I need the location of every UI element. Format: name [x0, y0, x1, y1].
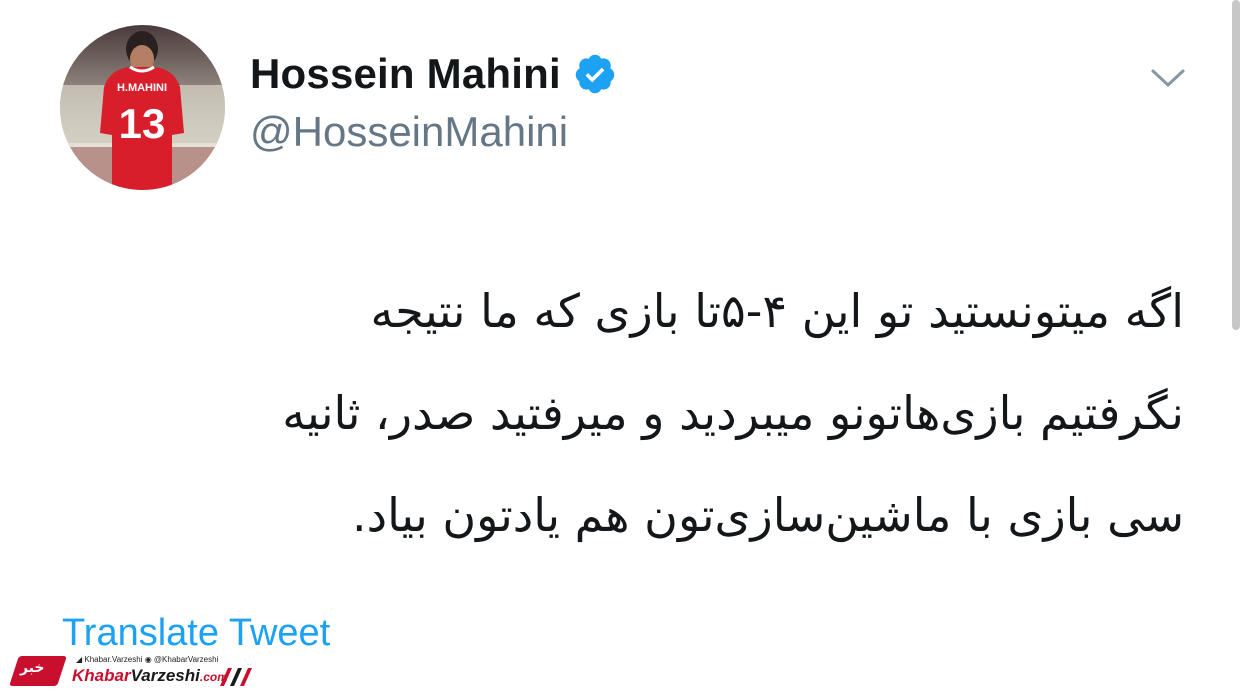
jersey-name: H.MAHINI [117, 82, 167, 94]
profile-photo: H.MAHINI 13 [60, 25, 225, 190]
watermark-social: ◢ Khabar.Varzeshi ◉ @KhabarVarzeshi [76, 655, 219, 664]
verified-badge-icon [575, 54, 615, 94]
translate-tweet-link[interactable]: Translate Tweet [62, 612, 330, 655]
watermark-logo: خبر ◢ Khabar.Varzeshi ◉ @KhabarVarzeshi … [9, 652, 254, 692]
tweet-line: نگرفتیم بازی‌هاتونو میبردید و میرفتید صد… [282, 386, 1184, 440]
tweet-line: سی بازی با ماشین‌سازی‌تون هم یادتون بیاد… [351, 488, 1184, 542]
chevron-down-icon[interactable] [1150, 66, 1186, 90]
name-row: Hossein Mahini [250, 50, 617, 98]
user-handle[interactable]: @HosseinMahini [250, 108, 568, 156]
watermark-brand: KhabarVarzeshi.com [72, 666, 228, 685]
tweet-line: اگه میتونستید تو این ۴-۵تا بازی که ما نت… [370, 284, 1184, 338]
display-name[interactable]: Hossein Mahini [250, 50, 561, 98]
watermark-badge-text: خبر [20, 660, 45, 676]
watermark-stripes-icon [220, 668, 252, 686]
scrollbar[interactable] [1232, 0, 1240, 330]
tweet-text: اگه میتونستید تو این ۴-۵تا بازی که ما نت… [64, 260, 1184, 566]
jersey-number: 13 [119, 100, 166, 147]
avatar[interactable]: H.MAHINI 13 [60, 25, 225, 190]
